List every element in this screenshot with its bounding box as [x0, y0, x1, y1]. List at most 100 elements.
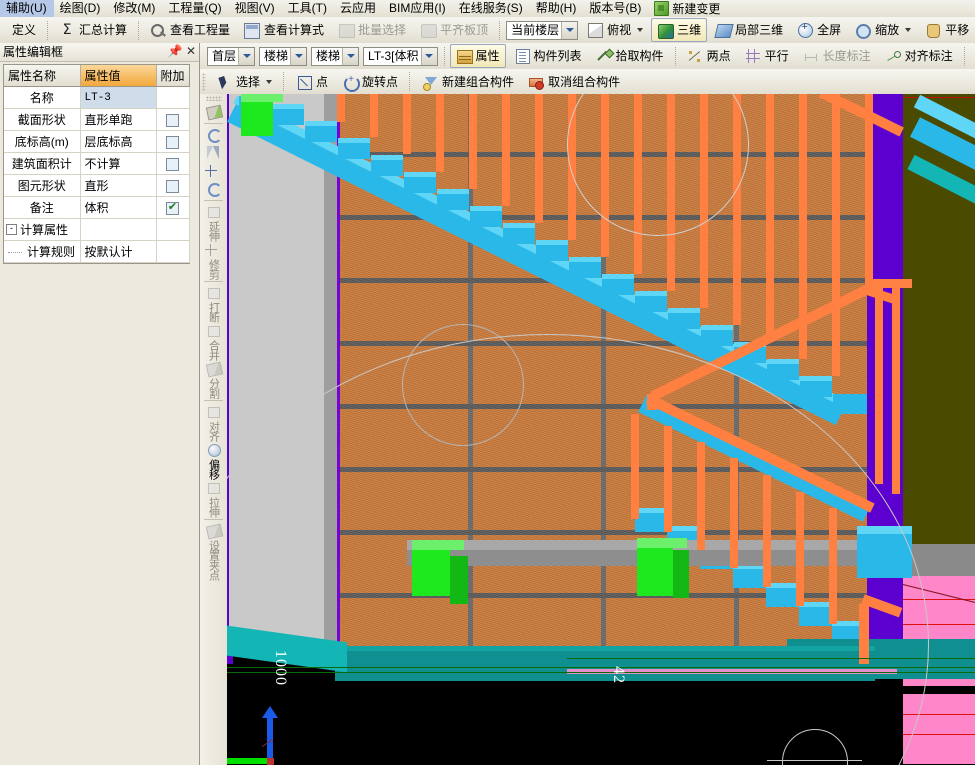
property-value[interactable]: 不计算 — [80, 153, 156, 175]
menu-item-version[interactable]: 版本号(B) — [583, 0, 648, 17]
vtool-draw[interactable] — [201, 103, 226, 121]
stretch-icon — [205, 480, 223, 496]
batch-select-button[interactable]: 批量选择 — [332, 18, 412, 42]
extra-checkbox[interactable] — [166, 136, 179, 149]
floor-scope-combo[interactable]: 当前楼层 — [506, 21, 578, 40]
menu-item-cloud[interactable]: 云应用 — [334, 0, 383, 17]
two-point-button[interactable]: 两点 — [681, 44, 737, 68]
chevron-down-icon[interactable] — [266, 80, 272, 84]
summary-calc-button[interactable]: Σ 汇总计算 — [53, 18, 133, 42]
vtool-split[interactable]: 分割 — [201, 360, 226, 398]
top-view-button[interactable]: 俯视 — [581, 18, 649, 42]
table-row[interactable]: 备注 体积 — [4, 197, 189, 219]
new-change-button[interactable]: 新建变更 — [648, 0, 726, 17]
vtool-mirror[interactable] — [201, 144, 226, 162]
category-combo[interactable]: 楼梯 — [259, 47, 307, 66]
extra-checkbox[interactable] — [166, 158, 179, 171]
vtool-break[interactable]: 打断 — [201, 284, 226, 322]
rotate-point-button[interactable]: 旋转点 — [336, 70, 404, 94]
view-quantity-button[interactable]: 查看工程量 — [144, 18, 236, 42]
properties-icon — [456, 48, 472, 64]
vtool-move[interactable] — [201, 162, 226, 180]
chevron-down-icon[interactable] — [290, 48, 306, 65]
point-button[interactable]: 点 — [290, 70, 334, 94]
table-row[interactable]: 名称 LT-3 — [4, 87, 189, 109]
stair-tread-top — [503, 223, 535, 228]
table-row[interactable]: 截面形状 直形单跑 — [4, 109, 189, 131]
property-value[interactable]: 体积 — [80, 197, 156, 219]
menu-item-draw[interactable]: 绘图(D) — [54, 0, 108, 17]
table-row[interactable]: 建筑面积计 不计算 — [4, 153, 189, 175]
menu-item-help[interactable]: 帮助(H) — [530, 0, 584, 17]
table-row[interactable]: 计算规则 按默认计 — [4, 241, 189, 263]
menu-item-quantity[interactable]: 工程量(Q) — [162, 0, 228, 17]
property-grid-header-row: 属性名称 属性值 附加 — [4, 65, 189, 87]
menu-item-bim[interactable]: BIM应用(I) — [383, 0, 453, 17]
properties-button[interactable]: 属性 — [450, 44, 506, 68]
property-value[interactable]: LT-3 — [80, 87, 156, 109]
pin-icon[interactable]: 📌 — [167, 44, 183, 60]
component-list-button[interactable]: 构件列表 — [508, 44, 588, 68]
extra-checkbox-checked[interactable] — [166, 202, 179, 215]
menu-item-view[interactable]: 视图(V) — [229, 0, 282, 17]
col-header-name[interactable]: 属性名称 — [4, 65, 80, 87]
define-button[interactable]: 定义 — [6, 18, 42, 42]
component-type-combo[interactable]: 楼梯 — [311, 47, 359, 66]
menu-item-tools[interactable]: 工具(T) — [282, 0, 334, 17]
vtool-copy[interactable] — [201, 126, 226, 144]
chevron-down-icon[interactable] — [421, 48, 437, 65]
three-d-viewport[interactable]: 1000 42 C B — [227, 94, 975, 765]
vtool-merge[interactable]: 合并 — [201, 322, 226, 360]
property-value[interactable]: 直形 — [80, 175, 156, 197]
zoom-button[interactable]: 缩放 — [849, 18, 917, 42]
toolbar-grip[interactable] — [202, 73, 206, 91]
col-header-value[interactable]: 属性值 — [80, 65, 156, 87]
vtool-set-grip[interactable]: 设置夹点 — [201, 522, 226, 580]
chevron-down-icon[interactable] — [637, 28, 643, 32]
property-value[interactable]: 直形单跑 — [80, 109, 156, 131]
green-marker-top[interactable] — [241, 96, 273, 136]
dimension-bracket-button[interactable] — [970, 44, 975, 68]
extra-checkbox[interactable] — [166, 180, 179, 193]
vtool-offset[interactable]: 偏移 — [201, 441, 226, 479]
align-dimension-button[interactable]: 对齐标注 — [879, 44, 959, 68]
col-header-extra[interactable]: 附加 — [156, 65, 189, 87]
length-dimension-button[interactable]: 长度标注 — [797, 44, 877, 68]
flush-slab-top-button[interactable]: 平齐板顶 — [414, 18, 494, 42]
table-row-group[interactable]: - 计算属性 — [4, 219, 189, 241]
pan-button[interactable]: 平移 — [919, 18, 975, 42]
pick-component-button[interactable]: 拾取构件 — [590, 44, 670, 68]
menu-item-auxiliary[interactable]: 辅助(U) — [0, 0, 54, 17]
toolbar-grip[interactable] — [206, 96, 222, 101]
vtool-rotate[interactable] — [201, 180, 226, 198]
vtool-align[interactable]: 对齐 — [201, 403, 226, 441]
property-value[interactable]: 按默认计 — [80, 241, 156, 263]
select-button[interactable]: 选择 — [210, 70, 278, 94]
chevron-down-icon[interactable] — [561, 22, 577, 39]
table-row[interactable]: 底标高(m) 层底标高 — [4, 131, 189, 153]
property-value[interactable]: 层底标高 — [80, 131, 156, 153]
component-combo[interactable]: LT-3[体积 — [363, 47, 437, 66]
floor-combo[interactable]: 首层 — [207, 47, 255, 66]
table-row[interactable]: 图元形状 直形 — [4, 175, 189, 197]
extra-checkbox[interactable] — [166, 114, 179, 127]
menu-item-online-service[interactable]: 在线服务(S) — [453, 0, 530, 17]
parallel-button[interactable]: 平行 — [739, 44, 795, 68]
three-d-button[interactable]: 三维 — [651, 18, 707, 42]
cancel-group-component-button[interactable]: 取消组合构件 — [522, 70, 626, 94]
vtool-extend[interactable]: 延伸 — [201, 203, 226, 241]
new-group-component-button[interactable]: 新建组合构件 — [416, 70, 520, 94]
chevron-down-icon[interactable] — [905, 28, 911, 32]
vtool-stretch[interactable]: 拉伸 — [201, 479, 226, 517]
close-icon[interactable]: ✕ — [183, 44, 199, 60]
stair-tread-top — [800, 376, 832, 381]
chevron-down-icon[interactable] — [238, 48, 254, 65]
view-formula-button[interactable]: 查看计算式 — [238, 18, 330, 42]
menu-item-modify[interactable]: 修改(M) — [107, 0, 162, 17]
fullscreen-button[interactable]: 全屏 — [791, 18, 847, 42]
vtool-trim[interactable]: 修剪 — [201, 241, 226, 279]
local-three-d-button[interactable]: 局部三维 — [709, 18, 789, 42]
chevron-down-icon[interactable] — [342, 48, 358, 65]
toolbar-separator — [204, 200, 223, 201]
expander-icon[interactable]: - — [6, 224, 17, 235]
